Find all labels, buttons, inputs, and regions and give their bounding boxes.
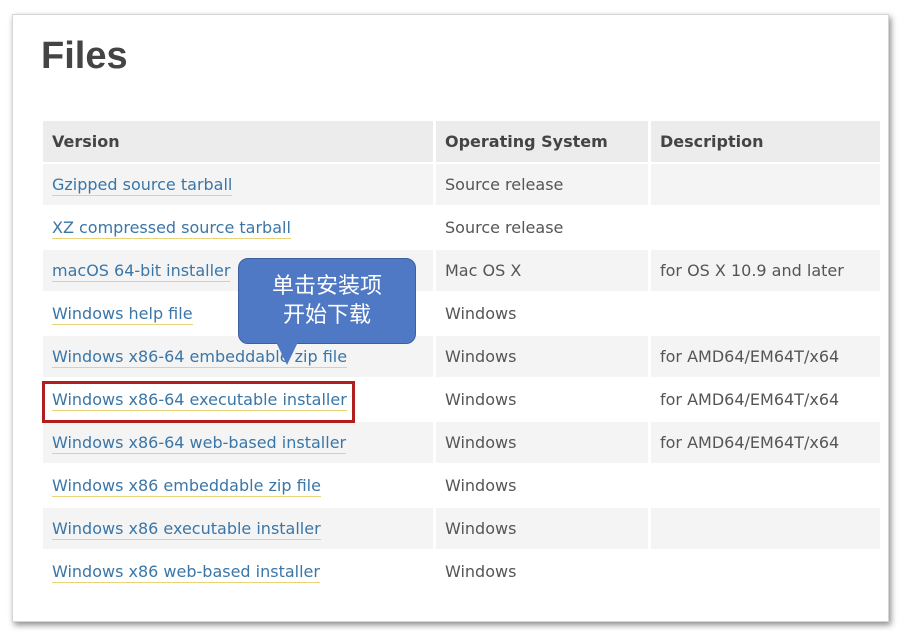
version-cell: Windows x86 embeddable zip file xyxy=(43,465,433,506)
os-cell: Source release xyxy=(436,164,648,205)
table-row: Windows x86 web-based installer Windows xyxy=(43,551,880,592)
os-cell: Source release xyxy=(436,207,648,248)
table-body: Gzipped source tarball Source release XZ… xyxy=(43,164,880,592)
files-table: Version Operating System Description Gzi… xyxy=(40,119,883,594)
header-version: Version xyxy=(43,121,433,162)
version-cell: Windows x86 web-based installer xyxy=(43,551,433,592)
file-link[interactable]: Gzipped source tarball xyxy=(52,175,233,196)
callout-text-line1: 单击安装项 xyxy=(271,274,382,299)
description-cell: for AMD64/EM64T/x64 xyxy=(651,379,880,420)
os-cell: Windows xyxy=(436,422,648,463)
table-row: Windows x86 executable installer Windows xyxy=(43,508,880,549)
version-cell: Windows x86 executable installer xyxy=(43,508,433,549)
description-cell xyxy=(651,207,880,248)
file-link[interactable]: Windows x86-64 embeddable zip file xyxy=(52,347,348,368)
table-row: XZ compressed source tarball Source rele… xyxy=(43,207,880,248)
os-cell: Windows xyxy=(436,508,648,549)
file-link[interactable]: Windows x86-64 web-based installer xyxy=(52,433,347,454)
os-cell: Windows xyxy=(436,379,648,420)
page-title: Files xyxy=(41,35,128,77)
annotation-callout: 单击安装项 开始下载 xyxy=(238,258,416,344)
table-row: Gzipped source tarball Source release xyxy=(43,164,880,205)
version-cell: Gzipped source tarball xyxy=(43,164,433,205)
description-cell xyxy=(651,551,880,592)
file-link[interactable]: macOS 64-bit installer xyxy=(52,261,231,282)
table-row: Windows x86-64 web-based installer Windo… xyxy=(43,422,880,463)
description-cell xyxy=(651,508,880,549)
callout-pointer xyxy=(276,342,298,365)
callout-text-line2: 开始下载 xyxy=(282,303,371,328)
os-cell: Windows xyxy=(436,336,648,377)
header-operating-system: Operating System xyxy=(436,121,648,162)
description-cell: for AMD64/EM64T/x64 xyxy=(651,422,880,463)
screenshot-frame: Files Version Operating System Descripti… xyxy=(12,14,889,622)
table-row: Windows help file Windows xyxy=(43,293,880,334)
file-link[interactable]: Windows x86 embeddable zip file xyxy=(52,476,321,497)
os-cell: Windows xyxy=(436,551,648,592)
file-link[interactable]: Windows x86 executable installer xyxy=(52,519,321,540)
version-cell: Windows x86-64 web-based installer xyxy=(43,422,433,463)
table-row: Windows x86-64 embeddable zip file Windo… xyxy=(43,336,880,377)
os-cell: Mac OS X xyxy=(436,250,648,291)
description-cell xyxy=(651,465,880,506)
table-row: Windows x86 embeddable zip file Windows xyxy=(43,465,880,506)
file-link[interactable]: XZ compressed source tarball xyxy=(52,218,291,239)
file-link[interactable]: Windows x86 web-based installer xyxy=(52,562,320,583)
file-link[interactable]: Windows help file xyxy=(52,304,193,325)
os-cell: Windows xyxy=(436,293,648,334)
table-row: macOS 64-bit installer Mac OS X for OS X… xyxy=(43,250,880,291)
description-cell xyxy=(651,293,880,334)
os-cell: Windows xyxy=(436,465,648,506)
description-cell xyxy=(651,164,880,205)
table-header: Version Operating System Description xyxy=(43,121,880,162)
highlight-box xyxy=(42,381,355,423)
description-cell: for AMD64/EM64T/x64 xyxy=(651,336,880,377)
version-cell: XZ compressed source tarball xyxy=(43,207,433,248)
header-description: Description xyxy=(651,121,880,162)
description-cell: for OS X 10.9 and later xyxy=(651,250,880,291)
header-row: Version Operating System Description xyxy=(43,121,880,162)
